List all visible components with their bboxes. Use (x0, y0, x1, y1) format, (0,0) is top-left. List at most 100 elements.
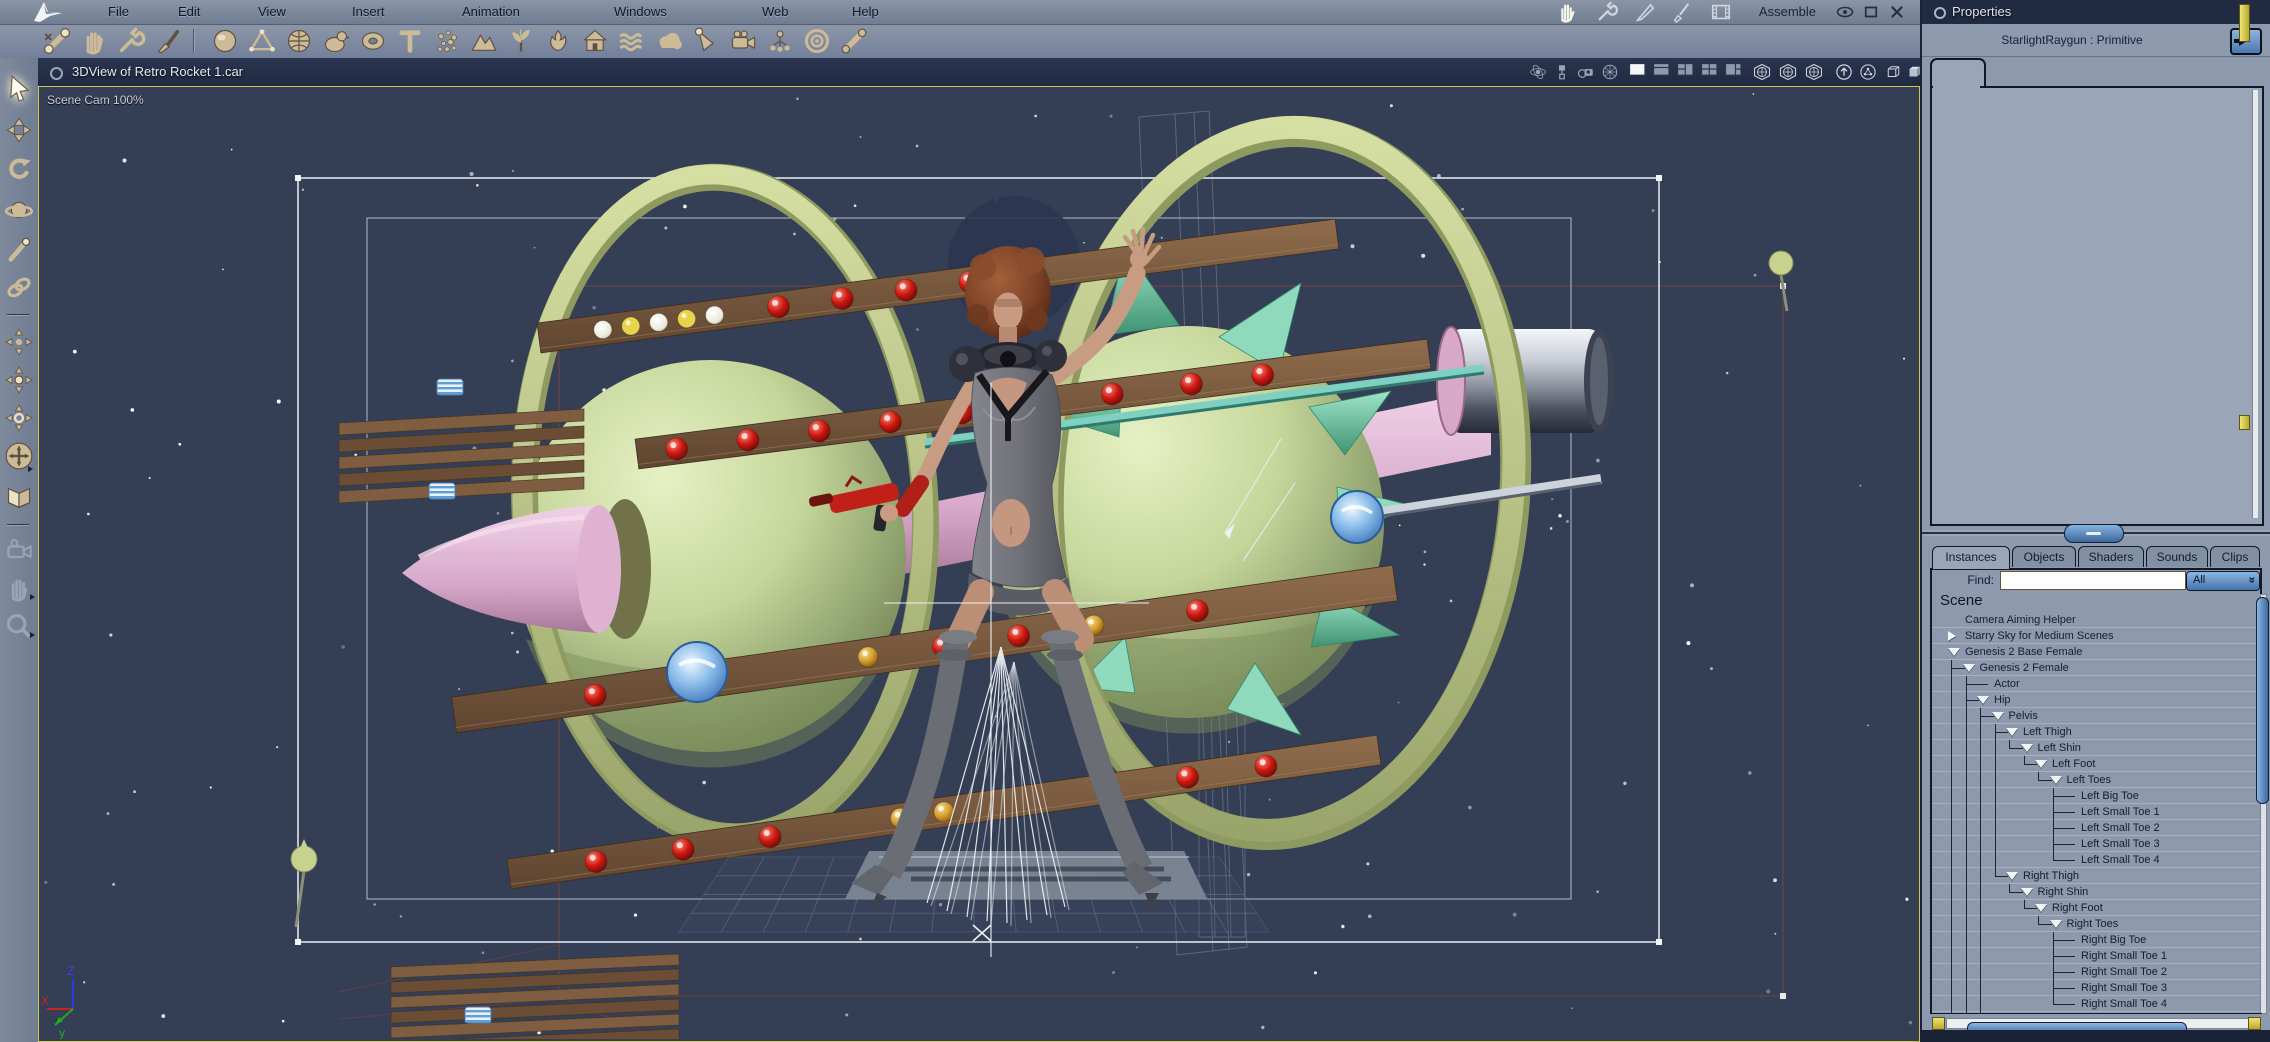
particles-icon[interactable] (432, 27, 462, 55)
model-wrench-icon[interactable] (1594, 1, 1620, 23)
tree-row[interactable]: Left Small Toe 2 (1932, 820, 2260, 836)
panel-knob-icon[interactable] (1934, 7, 1946, 19)
menu-file[interactable]: File (108, 4, 129, 19)
layout-quad-a-icon[interactable] (1676, 63, 1696, 81)
viewport-titlebar[interactable]: 3DView of Retro Rocket 1.car (38, 58, 1962, 87)
menu-web[interactable]: Web (762, 4, 789, 19)
tree-row[interactable]: Genesis 2 Base Female (1932, 644, 2260, 660)
tree-row[interactable]: Right Small Toe 1 (1932, 948, 2260, 964)
ocean-icon[interactable] (617, 27, 647, 55)
expand-triangle-icon[interactable] (1962, 664, 1975, 672)
menu-edit[interactable]: Edit (178, 4, 200, 19)
vertex-object-icon[interactable] (247, 27, 277, 55)
tree-row[interactable]: Left Small Toe 3 (1932, 836, 2260, 852)
expand-triangle-icon[interactable] (2020, 888, 2033, 896)
tree-row[interactable]: Camera Aiming Helper (1932, 612, 2260, 628)
texture-brush-icon[interactable] (1668, 1, 1694, 24)
rotate-tool-icon[interactable] (5, 154, 33, 186)
node-links-icon[interactable] (1552, 63, 1572, 81)
select-tool-icon[interactable] (5, 72, 33, 104)
properties-scroll-thumb[interactable] (2239, 4, 2250, 42)
paint-tool-icon[interactable] (153, 27, 183, 55)
3d-scene[interactable]: Scene Cam 100% Z X y (38, 86, 1920, 1042)
torus-icon[interactable] (358, 27, 388, 55)
fire-icon[interactable] (543, 27, 573, 55)
hand-tool-icon[interactable] (79, 27, 109, 55)
target-helper-icon[interactable] (802, 27, 832, 55)
eye-icon[interactable] (1836, 3, 1854, 21)
geodesic-icon[interactable] (284, 27, 314, 55)
wireframe-cube-icon[interactable] (1882, 63, 1902, 81)
tab-clips[interactable]: Clips (2210, 546, 2260, 567)
text-object-icon[interactable] (395, 27, 425, 55)
expand-triangle-icon[interactable] (1977, 696, 1989, 704)
assemble-hand-icon[interactable] (1554, 1, 1580, 23)
scene-root-label[interactable]: Scene (1940, 592, 1983, 609)
tree-row[interactable]: Right Thigh (1932, 868, 2260, 884)
tab-shaders[interactable]: Shaders (2078, 546, 2144, 567)
tree-row[interactable]: Left Big Toe (1932, 788, 2260, 804)
menu-view[interactable]: View (258, 4, 286, 19)
tree-row[interactable]: Pelvis (1932, 708, 2260, 724)
layout-split-h-icon[interactable] (1652, 63, 1672, 81)
expand-triangle-icon[interactable] (1948, 648, 1960, 656)
expand-triangle-icon[interactable] (2006, 872, 2018, 880)
layout-big-left-icon[interactable] (1724, 63, 1744, 81)
group-icon[interactable] (765, 27, 795, 55)
tree-row[interactable]: Right Shin (1932, 884, 2260, 900)
properties-header[interactable]: Properties (1922, 0, 2270, 24)
atom-icon[interactable] (1528, 63, 1548, 81)
tab-instances[interactable]: Instances (1932, 546, 2010, 569)
tree-row[interactable]: Starry Sky for Medium Scenes (1932, 628, 2260, 644)
tree-row[interactable]: Left Thigh (1932, 724, 2260, 740)
terrain-icon[interactable] (469, 27, 499, 55)
tree-hscroll[interactable] (1930, 1013, 2262, 1035)
tab-sounds[interactable]: Sounds (2146, 546, 2208, 567)
link-tool-icon[interactable] (5, 272, 33, 304)
menu-animation[interactable]: Animation (462, 4, 520, 19)
room-view-tool-icon[interactable] (5, 482, 33, 514)
ik-bone-tool-icon[interactable] (42, 27, 72, 55)
expand-triangle-icon[interactable] (2049, 920, 2062, 928)
wire-ball-icon[interactable] (1600, 63, 1620, 81)
hscroll-right-cap[interactable] (2248, 1017, 2261, 1030)
plant-icon[interactable] (506, 27, 536, 55)
house-icon[interactable] (580, 27, 610, 55)
spotlight-icon[interactable] (691, 27, 721, 55)
expand-triangle-icon[interactable] (1948, 631, 1956, 641)
expand-triangle-icon[interactable] (2020, 744, 2033, 752)
hscroll-left-cap[interactable] (1932, 1017, 1945, 1030)
filter-dropdown[interactable]: All » (2186, 571, 2260, 591)
menu-insert[interactable]: Insert (352, 4, 385, 19)
bank-tool-icon[interactable] (5, 402, 33, 434)
globe-mode-2-icon[interactable] (1778, 63, 1798, 81)
tree-row[interactable]: Right Small Toe 2 (1932, 964, 2260, 980)
tree-row[interactable]: Right Small Toe 3 (1932, 980, 2260, 996)
tree-row[interactable]: Left Foot (1932, 756, 2260, 772)
splitter-handle[interactable] (2064, 524, 2124, 543)
redraw-icon[interactable] (1834, 63, 1854, 81)
globe-mode-3-icon[interactable] (1804, 63, 1824, 81)
tree-row[interactable]: Right Toes (1932, 916, 2260, 932)
gouraud-icon[interactable] (1858, 63, 1878, 81)
tree-row[interactable]: Right Big Toe (1932, 932, 2260, 948)
tree-row[interactable]: Genesis 2 Female (1932, 660, 2260, 676)
tab-objects[interactable]: Objects (2012, 546, 2076, 567)
pan-tool-icon[interactable] (5, 364, 33, 396)
scene-canvas[interactable]: Z X y (39, 87, 1917, 1039)
bone-icon[interactable] (839, 27, 869, 55)
tree-row[interactable]: Left Toes (1932, 772, 2260, 788)
camera-object-icon[interactable] (728, 27, 758, 55)
menu-help[interactable]: Help (852, 4, 879, 19)
render-film-icon[interactable] (1708, 1, 1734, 23)
dolly-tool-icon[interactable] (5, 326, 33, 358)
scale-tool-icon[interactable] (4, 194, 34, 226)
globe-mode-1-icon[interactable] (1752, 63, 1772, 81)
move-tool-icon[interactable] (5, 114, 33, 146)
maximize-icon[interactable] (1862, 3, 1880, 21)
expand-triangle-icon[interactable] (2049, 776, 2062, 784)
find-input[interactable] (2000, 571, 2186, 590)
menu-windows[interactable]: Windows (614, 4, 667, 19)
layout-quad-b-icon[interactable] (1700, 63, 1720, 81)
panel-knob-icon[interactable] (50, 67, 63, 80)
